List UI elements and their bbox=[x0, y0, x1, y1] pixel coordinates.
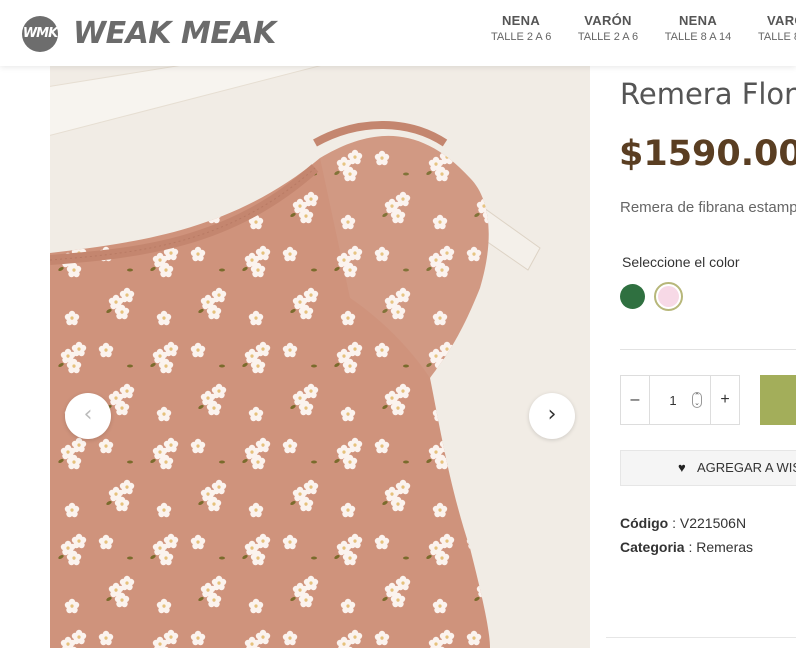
product-image bbox=[50, 48, 590, 648]
nav-subtitle: TALLE 2 A 6 bbox=[491, 31, 552, 43]
color-swatch-pink-selected[interactable] bbox=[654, 282, 683, 311]
divider bbox=[606, 637, 796, 638]
product-price: $1590.00 bbox=[619, 134, 796, 174]
add-to-wishlist-button[interactable]: ♥ AGREGAR A WIS bbox=[620, 450, 796, 486]
swatch-inner bbox=[658, 286, 679, 307]
nav-item-nena-2-6[interactable]: NENA TALLE 2 A 6 bbox=[491, 13, 551, 44]
divider bbox=[620, 349, 796, 350]
heart-icon: ♥ bbox=[678, 460, 686, 475]
gallery-next-button[interactable]: › bbox=[529, 393, 575, 439]
nav-item-varon-2-6[interactable]: VARÓN TALLE 2 A 6 bbox=[577, 13, 639, 44]
nav-title: NENA bbox=[501, 13, 541, 28]
product-photo bbox=[50, 48, 590, 648]
nav-subtitle: TALLE 2 A 6 bbox=[577, 31, 639, 43]
add-to-cart-button[interactable] bbox=[760, 375, 796, 425]
site-header: WMK WEAK MEAK NENA TALLE 2 A 6 VARÓN TAL… bbox=[0, 0, 796, 66]
nav-subtitle: TALLE 8 bbox=[758, 31, 796, 43]
category-link[interactable]: Remeras bbox=[696, 539, 753, 555]
quantity-stepper: – ⌃⌄ + bbox=[620, 375, 740, 425]
product-category-row: Categoria : Remeras bbox=[620, 539, 754, 555]
wishlist-label: AGREGAR A WIS bbox=[697, 460, 796, 475]
nav-title: VARÓ bbox=[767, 13, 796, 28]
color-swatch-green[interactable] bbox=[620, 284, 645, 309]
product-description: Remera de fibrana estampa bbox=[620, 199, 796, 216]
quantity-decrease-button[interactable]: – bbox=[621, 376, 650, 424]
nav-subtitle: TALLE 8 A 14 bbox=[664, 31, 732, 43]
nav-item-varon-8[interactable]: VARÓ TALLE 8 bbox=[758, 13, 796, 44]
quantity-increase-button[interactable]: + bbox=[710, 376, 739, 424]
logo-mark[interactable]: WMK bbox=[22, 16, 58, 52]
logo-text[interactable]: WEAK MEAK bbox=[73, 14, 276, 54]
nav-title: NENA bbox=[678, 13, 718, 28]
category-label: Categoria bbox=[620, 539, 685, 555]
gallery-prev-button[interactable]: ‹ bbox=[65, 393, 111, 439]
product-title: Remera Flore bbox=[620, 77, 796, 111]
spinner-icon[interactable]: ⌃ ⌄ bbox=[692, 392, 702, 408]
color-label: Seleccione el color bbox=[622, 254, 740, 270]
code-value: V221506N bbox=[679, 515, 747, 531]
code-label: Código bbox=[620, 515, 669, 531]
product-code-row: Código : V221506N bbox=[620, 515, 747, 531]
nav-item-nena-8-14[interactable]: NENA TALLE 8 A 14 bbox=[664, 13, 732, 44]
nav-title: VARÓN bbox=[584, 13, 632, 28]
